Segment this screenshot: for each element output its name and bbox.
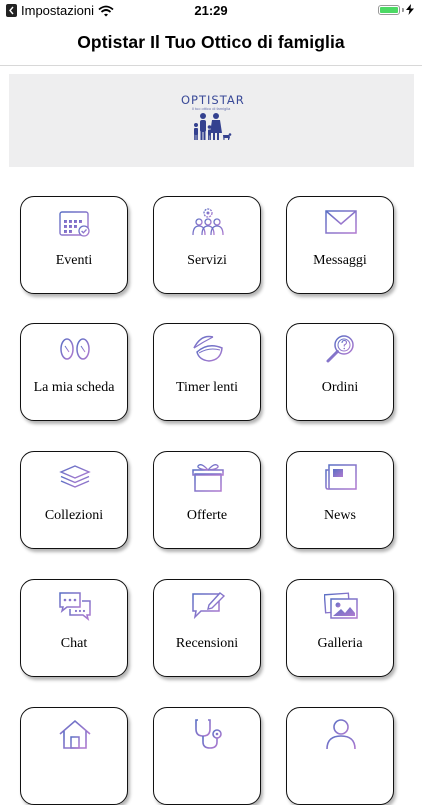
gift-icon — [191, 462, 225, 492]
tile-recensioni[interactable]: Recensioni — [153, 579, 261, 677]
optistar-logo: OPTISTAR Il tuo ottico di famiglia — [181, 93, 245, 148]
user-icon — [324, 718, 358, 750]
tile-la-mia-scheda[interactable]: La mia scheda — [20, 323, 128, 421]
team-gear-icon — [191, 207, 225, 237]
battery-icon — [378, 4, 400, 15]
tile-label: Messaggi — [313, 253, 367, 268]
tile-label: Chat — [60, 636, 88, 651]
tile-timer-lenti[interactable]: Timer lenti — [153, 323, 261, 421]
magnifier-icon — [324, 334, 358, 364]
battery-fill — [380, 6, 398, 13]
tile-galleria[interactable]: Galleria — [286, 579, 394, 677]
logo-wordmark: OPTISTAR — [181, 93, 245, 107]
tile-label: Recensioni — [175, 636, 239, 651]
gallery-icon — [324, 590, 358, 620]
page-title: Optistar Il Tuo Ottico di famiglia — [77, 32, 345, 52]
tile-label: La mia scheda — [33, 380, 115, 395]
tile-home[interactable] — [20, 707, 128, 805]
tile-stethoscope[interactable] — [153, 707, 261, 805]
status-bar: Impostazioni 21:29 — [0, 0, 422, 22]
tile-messaggi[interactable]: Messaggi — [286, 196, 394, 294]
review-icon — [191, 590, 225, 620]
tile-user[interactable] — [286, 707, 394, 805]
chat-bubbles-icon — [58, 590, 92, 621]
tile-label: Timer lenti — [175, 380, 239, 395]
tile-collezioni[interactable]: Collezioni — [20, 451, 128, 549]
family-logo-icon — [194, 113, 232, 140]
charging-bolt-icon — [406, 4, 414, 15]
battery-indicator — [378, 4, 414, 15]
stethoscope-icon — [191, 718, 225, 749]
tile-label: Eventi — [55, 253, 93, 268]
navigation-bar: Optistar Il Tuo Ottico di famiglia — [0, 22, 422, 66]
tile-label: Ordini — [321, 380, 359, 395]
tile-offerte[interactable]: Offerte — [153, 451, 261, 549]
eyeglasses-icon — [58, 334, 92, 364]
calendar-icon — [58, 207, 92, 237]
tile-label: Galleria — [317, 636, 363, 651]
status-time: 21:29 — [194, 3, 228, 18]
tile-label: Offerte — [186, 508, 228, 523]
home-icon — [58, 718, 92, 749]
tile-ordini[interactable]: Ordini — [286, 323, 394, 421]
newspaper-icon — [324, 462, 358, 492]
banner: OPTISTAR Il tuo ottico di famiglia — [9, 74, 414, 167]
tile-label: News — [324, 508, 356, 523]
battery-tip — [402, 7, 404, 12]
tile-label: Servizi — [187, 253, 227, 268]
tile-eventi[interactable]: Eventi — [20, 196, 128, 294]
contact-lens-icon — [191, 334, 225, 364]
envelope-icon — [324, 207, 358, 237]
tile-label: Collezioni — [44, 508, 104, 523]
tile-servizi[interactable]: Servizi — [153, 196, 261, 294]
tile-chat[interactable]: Chat — [20, 579, 128, 677]
tile-news[interactable]: News — [286, 451, 394, 549]
layers-icon — [58, 462, 92, 492]
